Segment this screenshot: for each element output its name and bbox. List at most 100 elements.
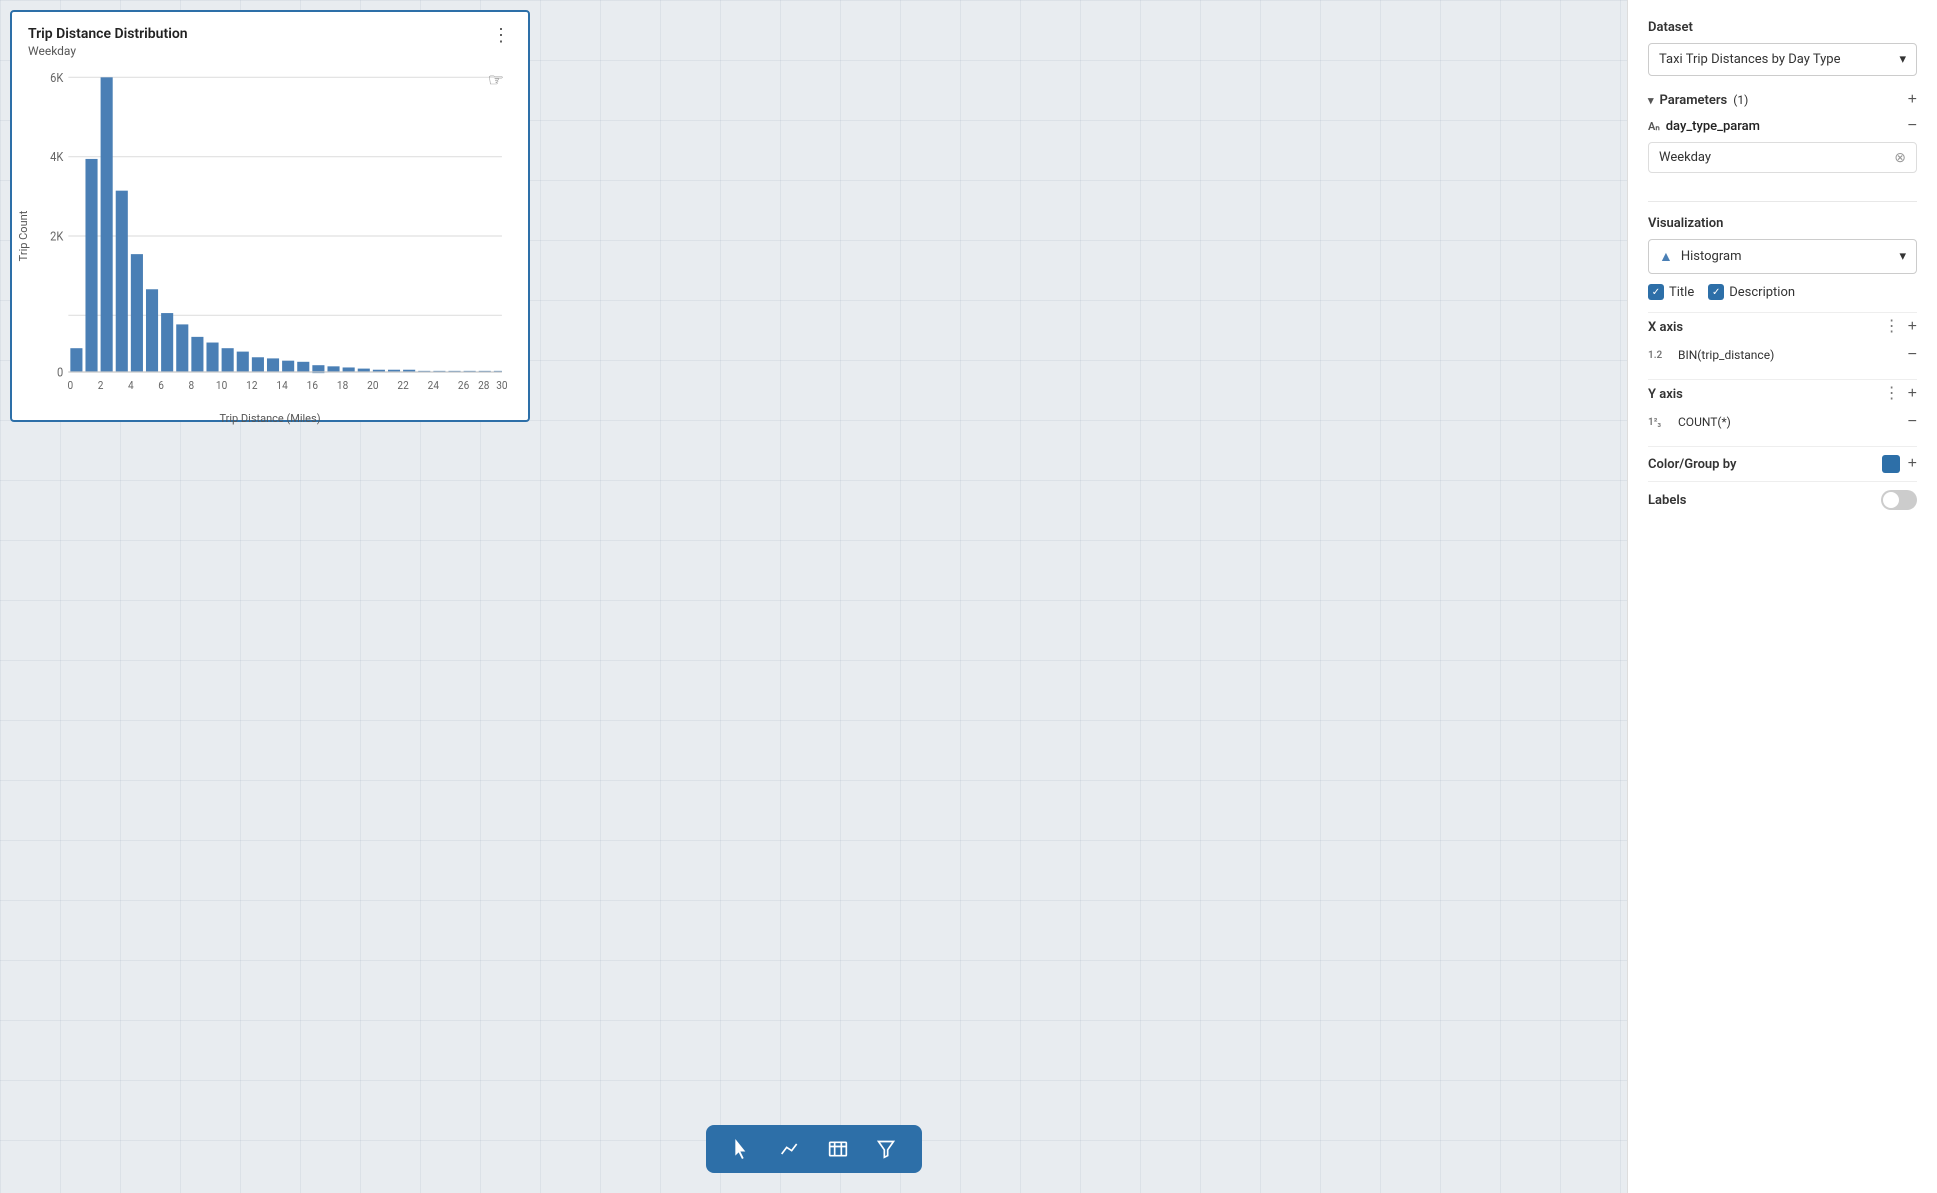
param-type-icon: Aₙ [1648,120,1660,133]
x-axis-header-right: ⋮ + [1884,319,1917,335]
y-axis-header-right: ⋮ + [1884,386,1917,402]
x-axis-field-row: 1.2 BIN(trip_distance) − [1648,341,1917,369]
title-checkbox[interactable]: ✓ [1648,284,1664,300]
svg-text:26: 26 [458,378,469,392]
svg-text:18: 18 [337,378,348,392]
description-checkbox-label: Description [1729,285,1795,300]
x-axis-header: X axis ⋮ + [1648,312,1917,341]
viz-type-select[interactable]: ▲ Histogram ▾ [1648,239,1917,274]
bottom-toolbar [706,1125,922,1173]
y-axis-field-row: 1²₃ COUNT(*) − [1648,408,1917,436]
svg-text:2: 2 [98,378,104,392]
dataset-chevron-icon: ▾ [1899,52,1906,67]
viz-options-row: ✓ Title ✓ Description [1648,284,1917,300]
y-axis-label: Trip Count [17,211,30,262]
table-tool-button[interactable] [822,1133,854,1165]
x-axis-label: Trip Distance (Miles) [28,412,512,425]
svg-text:8: 8 [189,378,195,392]
right-sidebar: Dataset Taxi Trip Distances by Day Type … [1627,0,1937,1193]
viz-select-left: ▲ Histogram [1659,248,1741,265]
add-color-group-button[interactable]: + [1908,456,1917,472]
y-axis-menu-button[interactable]: ⋮ [1884,386,1900,402]
svg-text:10: 10 [216,378,227,392]
x-field-type: 1.2 [1648,350,1672,361]
y-axis-label: Y axis [1648,387,1683,402]
dataset-value: Taxi Trip Distances by Day Type [1659,52,1840,67]
svg-text:28: 28 [478,378,489,392]
svg-text:4: 4 [128,378,134,392]
color-group-label: Color/Group by [1648,457,1736,472]
labels-toggle[interactable] [1881,490,1917,510]
svg-text:4K: 4K [50,150,64,165]
svg-text:20: 20 [367,378,378,392]
chart-svg: 6K 4K 2K 0 [28,66,512,406]
y-field-type: 1²₃ [1648,417,1672,428]
svg-text:30: 30 [496,378,507,392]
viz-chevron-icon: ▾ [1899,249,1906,264]
remove-y-field-button[interactable]: − [1908,414,1917,430]
line-chart-tool-button[interactable] [774,1133,806,1165]
x-axis-section: X axis ⋮ + 1.2 BIN(trip_distance) − [1648,312,1917,369]
x-axis-field-left: 1.2 BIN(trip_distance) [1648,348,1774,362]
viz-type-label: Histogram [1681,249,1742,264]
main-canvas: Trip Distance Distribution Weekday ⋮ ☞ T… [0,0,1627,1193]
filter-tool-button[interactable] [870,1133,902,1165]
color-swatch [1882,455,1900,473]
svg-text:22: 22 [397,378,408,392]
x-field-name: BIN(trip_distance) [1678,348,1774,362]
x-axis-label: X axis [1648,320,1683,335]
labels-row: Labels [1648,481,1917,518]
cursor-tool-button[interactable] [726,1133,758,1165]
parameters-label: Parameters [1660,93,1728,108]
param-name: Aₙ day_type_param [1648,119,1760,134]
toggle-knob [1883,492,1899,508]
chart-title: Trip Distance Distribution [28,26,188,42]
svg-text:6: 6 [158,378,164,392]
svg-text:14: 14 [276,378,287,392]
chart-header: Trip Distance Distribution Weekday ⋮ [28,26,512,58]
param-value-row[interactable]: Weekday ⊗ [1648,142,1917,173]
title-checkbox-item[interactable]: ✓ Title [1648,284,1694,300]
visualization-label: Visualization [1648,216,1917,231]
y-axis-field-left: 1²₃ COUNT(*) [1648,415,1731,429]
chart-menu-button[interactable]: ⋮ [490,26,512,44]
param-clear-button[interactable]: ⊗ [1894,149,1906,166]
param-name-label: day_type_param [1666,119,1760,134]
description-checkbox-item[interactable]: ✓ Description [1708,284,1795,300]
y-axis-section: Y axis ⋮ + 1²₃ COUNT(*) − [1648,379,1917,436]
svg-text:24: 24 [428,378,439,392]
add-x-field-button[interactable]: + [1908,319,1917,335]
visualization-section: Visualization ▲ Histogram ▾ ✓ Title ✓ De… [1648,216,1917,312]
svg-text:2K: 2K [50,229,64,244]
color-group-controls: + [1882,455,1917,473]
dataset-select[interactable]: Taxi Trip Distances by Day Type ▾ [1648,43,1917,76]
add-y-field-button[interactable]: + [1908,386,1917,402]
description-checkbox[interactable]: ✓ [1708,284,1724,300]
svg-text:0: 0 [57,365,63,380]
chart-area: ☞ Trip Count 6K 4K 2K 0 [28,66,512,406]
svg-text:0: 0 [68,378,74,392]
title-checkbox-label: Title [1669,285,1694,300]
color-group-row: Color/Group by + [1648,446,1917,481]
parameters-section: ▾ Parameters (1) + Aₙ day_type_param − W… [1648,92,1917,187]
labels-label: Labels [1648,493,1686,508]
x-axis-menu-button[interactable]: ⋮ [1884,319,1900,335]
svg-text:12: 12 [246,378,257,392]
parameters-count: (1) [1733,93,1748,107]
parameter-row: Aₙ day_type_param − [1648,118,1917,134]
chart-subtitle: Weekday [28,44,188,58]
parameters-chevron-icon[interactable]: ▾ [1648,94,1654,107]
svg-text:16: 16 [307,378,318,392]
parameters-header-left: ▾ Parameters (1) [1648,93,1748,108]
dataset-label: Dataset [1648,20,1917,35]
remove-x-field-button[interactable]: − [1908,347,1917,363]
add-parameter-button[interactable]: + [1908,92,1917,108]
y-field-name: COUNT(*) [1678,415,1731,429]
svg-text:6K: 6K [50,70,64,85]
chart-card: Trip Distance Distribution Weekday ⋮ ☞ T… [10,10,530,422]
cursor-icon: ☞ [488,70,504,91]
parameters-header: ▾ Parameters (1) + [1648,92,1917,108]
remove-parameter-button[interactable]: − [1908,118,1917,134]
param-value: Weekday [1659,150,1711,165]
y-axis-header: Y axis ⋮ + [1648,379,1917,408]
